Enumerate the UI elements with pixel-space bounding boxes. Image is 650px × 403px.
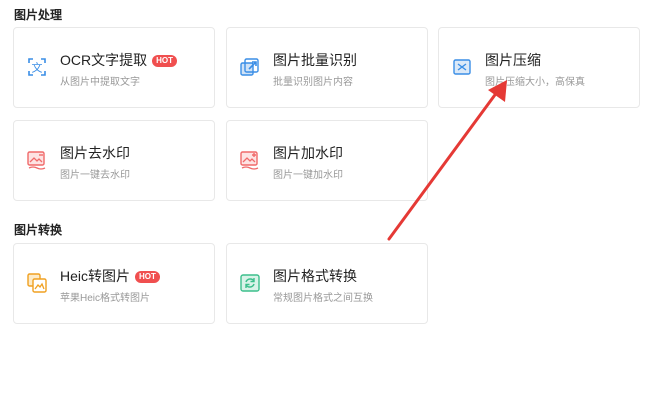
remove-watermark-card[interactable]: 图片去水印 图片一键去水印: [13, 120, 215, 201]
heic-card-desc: 苹果Heic格式转图片: [60, 293, 151, 304]
compress-icon: [451, 56, 473, 78]
batch-recognize-card[interactable]: 图片批量识别 批量识别图片内容: [226, 27, 428, 108]
svg-text:文: 文: [32, 61, 43, 75]
add-watermark-icon: [239, 149, 261, 171]
add-watermark-title: 图片加水印: [273, 145, 343, 161]
text-recognition-icon: 文: [26, 56, 48, 78]
image-compress-card[interactable]: 图片压缩 图片压缩大小，高保真: [438, 27, 640, 108]
heic-convert-card[interactable]: Heic转图片 HOT 苹果Heic格式转图片: [13, 243, 215, 324]
remove-watermark-title: 图片去水印: [60, 145, 130, 161]
section-title-image-processing: 图片处理: [14, 8, 63, 22]
format-convert-card[interactable]: 图片格式转换 常规图片格式之间互换: [226, 243, 428, 324]
heic-card-title: Heic转图片: [60, 268, 131, 284]
batch-export-icon: [239, 56, 261, 78]
add-watermark-desc: 图片一键加水印: [273, 170, 343, 181]
compress-card-title: 图片压缩: [485, 52, 541, 68]
hot-badge: HOT: [152, 55, 178, 67]
ocr-card-title: OCR文字提取: [60, 52, 148, 68]
compress-card-desc: 图片压缩大小，高保真: [485, 77, 585, 88]
remove-watermark-icon: [26, 149, 48, 171]
ocr-text-extract-card[interactable]: 文 OCR文字提取 HOT 从图片中提取文字: [13, 27, 215, 108]
hot-badge: HOT: [135, 271, 160, 283]
remove-watermark-desc: 图片一键去水印: [60, 170, 130, 181]
format-convert-icon: [239, 272, 261, 294]
section-title-image-conversion: 图片转换: [14, 223, 63, 237]
batch-card-title: 图片批量识别: [273, 52, 357, 68]
format-convert-title: 图片格式转换: [273, 268, 357, 284]
batch-card-desc: 批量识别图片内容: [273, 77, 353, 88]
heic-convert-icon: [26, 272, 48, 294]
add-watermark-card[interactable]: 图片加水印 图片一键加水印: [226, 120, 428, 201]
format-convert-desc: 常规图片格式之间互换: [273, 293, 373, 304]
ocr-card-desc: 从图片中提取文字: [60, 77, 140, 88]
